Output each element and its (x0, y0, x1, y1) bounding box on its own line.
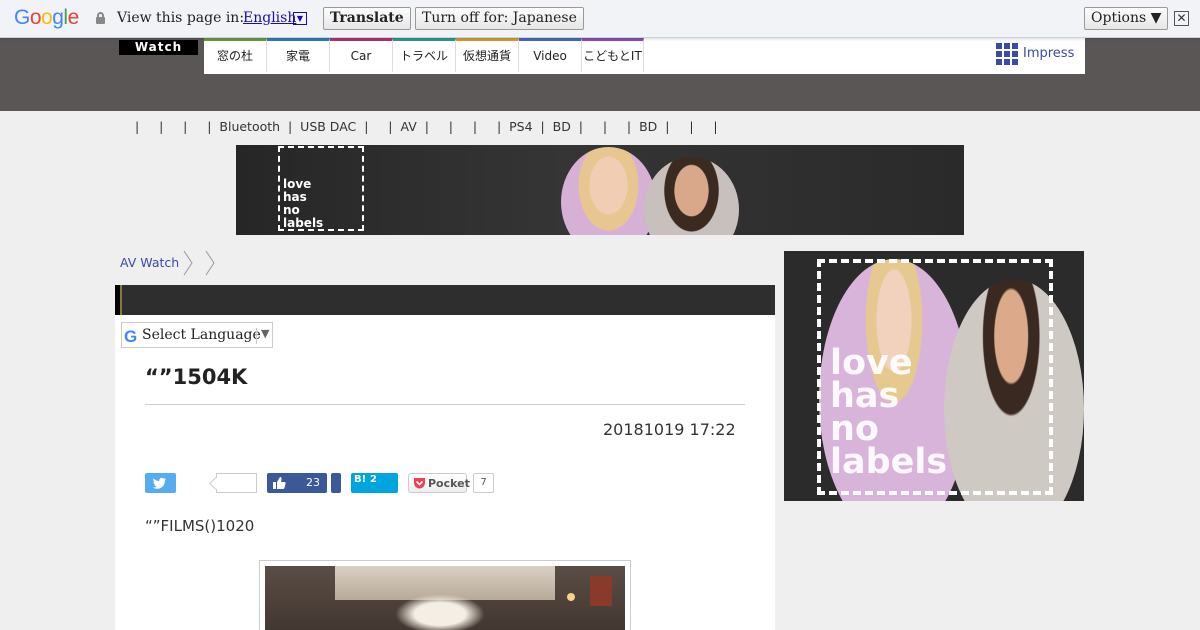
divider (145, 404, 745, 405)
facebook-like-button[interactable]: 23 (267, 473, 327, 493)
translate-button[interactable]: Translate (323, 7, 411, 30)
nav-tab[interactable]: 仮想通貨 (456, 38, 519, 72)
nav-tab[interactable]: 窓の杜 (204, 38, 267, 72)
nav-tab[interactable]: 家電 (267, 38, 330, 72)
article-photo[interactable] (259, 560, 631, 630)
breadcrumb-chevron-icon (205, 250, 215, 276)
nav-tab[interactable]: Video (519, 38, 582, 72)
select-language-dropdown[interactable]: G Select Language ▼ (121, 322, 273, 348)
sub-nav[interactable]: | | | | Bluetooth | USB DAC | | AV | | |… (135, 119, 718, 134)
hatena-count: 2 (370, 474, 377, 485)
article-lede: “”FILMS()1020 (145, 517, 255, 535)
banner-ad[interactable]: love has no labels (236, 145, 964, 235)
turn-off-button[interactable]: Turn off for: Japanese (415, 7, 584, 30)
language-link[interactable]: English (243, 10, 296, 26)
translate-prompt: View this page in: (117, 10, 245, 26)
article-title: “”1504K (145, 365, 248, 389)
pocket-button[interactable]: Pocket (408, 473, 470, 493)
hatena-bookmark-button[interactable]: B! 2 (351, 473, 398, 493)
translate-bar: Google View this page in: English ▼ Tran… (0, 0, 1200, 38)
tweet-count (216, 473, 257, 493)
facebook-count: 23 (306, 476, 320, 489)
close-icon[interactable]: ✕ (1174, 11, 1189, 26)
language-dropdown-icon[interactable]: ▼ (293, 12, 307, 25)
site-nav: 窓の杜 家電 Car トラベル 仮想通貨 Video こどもとIT (204, 38, 1085, 74)
twitter-icon (153, 477, 167, 489)
breadcrumb-root[interactable]: AV Watch (120, 255, 179, 270)
chevron-down-icon: ▼ (261, 327, 270, 340)
article-header-bar (115, 285, 775, 315)
pocket-count: 7 (473, 473, 494, 493)
breadcrumb-chevron-icon (183, 250, 193, 276)
ad-photo (644, 157, 739, 235)
site-logo[interactable]: Watch (119, 40, 198, 55)
nav-tab[interactable]: トラベル (393, 38, 456, 72)
google-g-icon: G (124, 327, 138, 346)
breadcrumb: AV Watch (120, 255, 179, 270)
sidebar-ad[interactable]: love has no labels (784, 251, 1084, 501)
lock-icon (96, 12, 105, 24)
article-photo-image (265, 566, 625, 630)
pocket-icon (414, 478, 425, 489)
facebook-share-edge[interactable] (331, 473, 341, 493)
twitter-share-button[interactable] (145, 473, 176, 493)
nav-tab[interactable]: Car (330, 38, 393, 72)
ad-photo (561, 147, 656, 235)
article-date: 20181019 17:22 (603, 420, 736, 439)
hatena-icon: B! (354, 474, 367, 485)
options-button[interactable]: Options ▼ (1084, 7, 1169, 30)
ad-text: love has no labels (830, 343, 948, 482)
thumbs-up-icon (273, 477, 286, 489)
article: G Select Language ▼ “”1504K 20181019 17:… (115, 285, 775, 630)
google-logo: Google (14, 6, 79, 29)
impress-label: Impress (1023, 46, 1075, 61)
ad-text: love has no labels (283, 177, 324, 230)
grid-icon (996, 43, 1018, 65)
nav-tab[interactable]: こどもとIT (582, 38, 644, 72)
impress-link[interactable]: Impress (996, 43, 1086, 65)
